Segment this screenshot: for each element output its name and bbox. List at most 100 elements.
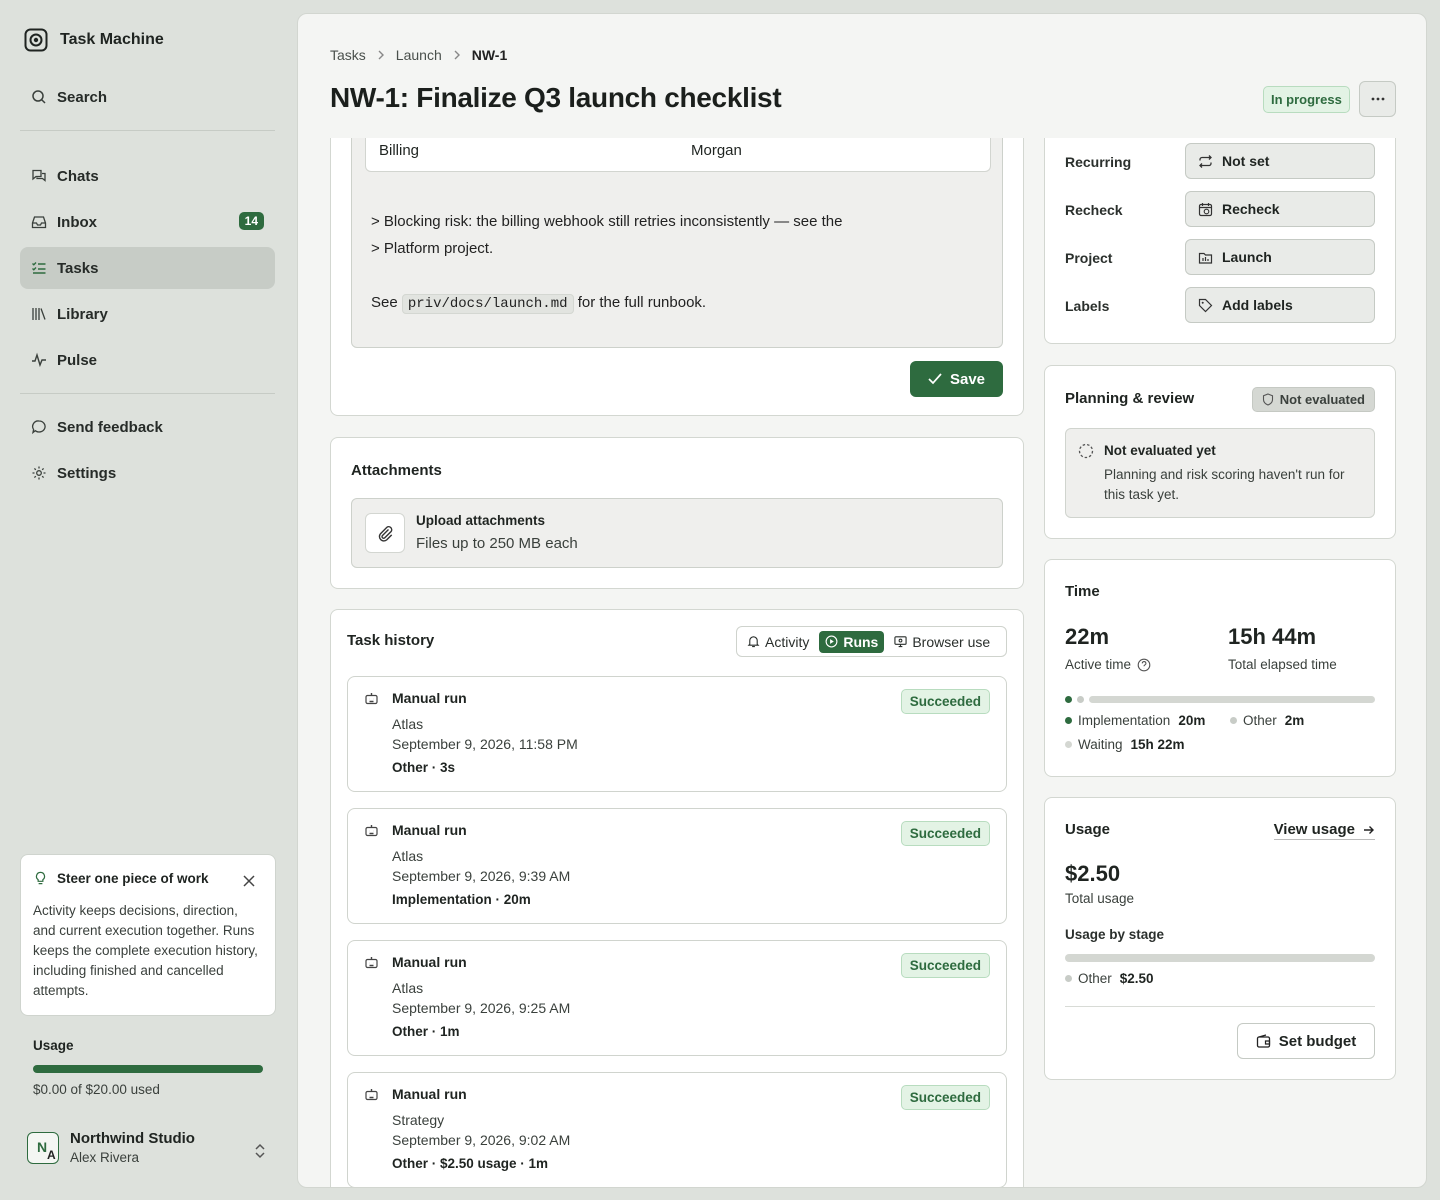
badge-label: Not evaluated [1279,392,1365,407]
description-editor[interactable]: Billing Morgan > Blocking risk: the bill… [351,138,1003,348]
sidebar-item-inbox[interactable]: Inbox 14 [20,201,275,243]
sidebar-item-library[interactable]: Library [20,293,275,335]
workspace-avatar: N A [27,1131,59,1164]
property-label: Project [1065,250,1113,266]
usage-by-stage-label: Usage by stage [1065,927,1165,942]
property-value: Launch [1222,249,1272,265]
sidebar-item-pulse[interactable]: Pulse [20,339,275,381]
text: See [371,294,398,311]
run-item[interactable]: Manual run Strategy September 9, 2026, 9… [347,1072,1007,1187]
sidebar-item-tasks[interactable]: Tasks [20,247,275,289]
property-value: Recheck [1222,201,1280,217]
robot-icon [365,825,378,837]
run-status-badge: Succeeded [900,689,990,714]
project-folder-icon [1198,252,1213,264]
settings-button[interactable]: Settings [20,452,275,494]
paperclip-icon [378,526,393,542]
run-meta: Implementation · 20m [392,892,531,907]
search-label: Search [57,88,108,106]
text: for the full runbook. [577,294,707,311]
close-icon[interactable] [242,874,256,888]
content-scroll-area[interactable]: Billing Morgan > Blocking risk: the bill… [298,138,1426,1187]
set-budget-button[interactable]: Set budget [1237,1023,1375,1059]
search-button[interactable]: Search [20,76,275,118]
browser-icon [894,636,907,648]
more-options-button[interactable] [1359,81,1396,117]
send-feedback-button[interactable]: Send feedback [20,406,275,448]
time-breakdown-bar [1065,696,1375,703]
run-item[interactable]: Manual run Atlas September 9, 2026, 9:25… [347,940,1007,1056]
search-icon [32,90,46,104]
legend-value: 15h 22m [1130,737,1185,752]
attachments-title: Attachments [351,462,442,479]
more-horizontal-icon [1371,97,1384,101]
add-labels-button[interactable]: Add labels [1185,287,1375,323]
settings-label: Settings [57,464,117,482]
project-button[interactable]: Launch [1185,239,1375,275]
chevron-right-icon [454,50,460,60]
tab-runs[interactable]: Runs [819,630,885,653]
legend-label: Other [1243,713,1277,728]
lightbulb-icon [35,871,46,885]
sidebar-item-chats[interactable]: Chats [20,155,275,197]
run-meta: Other · 1m [392,1024,460,1039]
legend-label: Waiting [1078,737,1123,752]
feedback-label: Send feedback [57,418,163,436]
status-badge[interactable]: In progress [1263,86,1350,113]
run-item[interactable]: Manual run Atlas September 9, 2026, 9:39… [347,808,1007,924]
check-icon [928,373,942,385]
run-date: September 9, 2026, 11:58 PM [392,736,578,752]
breadcrumb-tasks[interactable]: Tasks [330,47,366,63]
workspace-switcher[interactable]: N A Northwind Studio Alex Rivera [27,1130,195,1165]
quote-line: > Platform project. [371,240,494,257]
help-circle-icon[interactable] [1137,658,1151,672]
history-tabs: Activity Runs Browser use [736,626,1007,657]
gear-icon [32,466,46,480]
time-card: Time 22m Active time 15h 44m Total elaps… [1044,559,1396,777]
library-icon [32,308,46,320]
usage-label: Usage [33,1038,74,1053]
tab-label: Browser use [912,633,991,650]
upload-title: Upload attachments [416,513,546,528]
total-usage-value: $2.50 [1065,861,1121,886]
tasks-icon [32,262,46,274]
wallet-icon [1256,1033,1270,1048]
property-row-labels: Labels Add labels [1065,287,1375,325]
run-item[interactable]: Manual run Atlas September 9, 2026, 11:5… [347,676,1007,792]
description-card: Billing Morgan > Blocking risk: the bill… [330,138,1024,416]
tab-activity[interactable]: Activity [741,631,815,653]
chevron-up-down-icon[interactable] [253,1143,267,1159]
user-name: Alex Rivera [70,1150,140,1165]
evaluation-badge: Not evaluated [1251,387,1375,412]
brand[interactable]: Task Machine [24,28,164,52]
total-time-label: Total elapsed time [1228,657,1337,672]
properties-card: Recurring Not set Recheck Recheck Projec… [1044,138,1396,344]
robot-icon [365,957,378,969]
markdown-table: Billing Morgan [365,138,991,172]
legend-waiting: Waiting 15h 22m [1065,737,1185,752]
avatar-letter: N [37,1138,48,1155]
other-segment [1077,696,1084,703]
upload-dropzone[interactable]: Upload attachments Files up to 250 MB ea… [351,498,1003,568]
legend-dot [1230,717,1237,724]
recheck-button[interactable]: Recheck [1185,191,1375,227]
property-label: Recurring [1065,154,1132,170]
tip-title: Steer one piece of work [57,871,209,886]
breadcrumb-launch[interactable]: Launch [396,47,442,63]
save-button[interactable]: Save [910,361,1003,397]
tab-browser-use[interactable]: Browser use [888,631,996,653]
dashed-circle-icon [1078,443,1094,459]
active-time-value: 22m [1065,624,1110,649]
repeat-icon [1199,154,1212,168]
robot-icon [365,693,378,705]
legend-value: 20m [1178,713,1206,728]
app-logo-icon [24,28,48,52]
upload-icon-box [365,513,405,553]
feedback-bubble-icon [32,420,46,435]
property-label: Labels [1065,298,1110,314]
legend-implementation: Implementation 20m [1065,713,1205,728]
view-usage-link[interactable]: View usage [1273,821,1375,840]
sidebar-item-label: Pulse [57,351,98,369]
run-meta: Other · 3s [392,760,456,775]
recurring-button[interactable]: Not set [1185,143,1375,179]
